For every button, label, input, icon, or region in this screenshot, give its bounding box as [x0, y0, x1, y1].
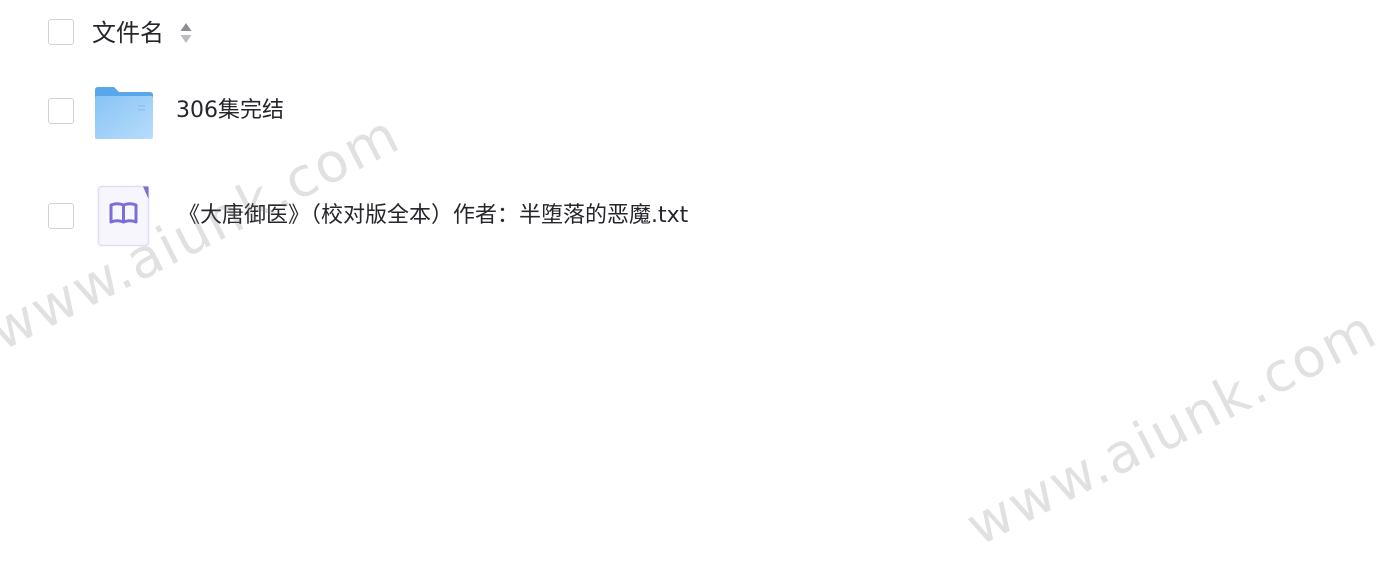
select-all-checkbox[interactable] [48, 19, 74, 45]
watermark-text: www.aiunk.com [956, 297, 1384, 558]
row-checkbox-folder[interactable] [48, 98, 74, 124]
watermark-text: www.aiunk.com [0, 102, 410, 364]
document-name-link[interactable]: 《大唐御医》（校对版全本）作者：半堕落的恶魔.txt [178, 201, 688, 231]
sort-up-down-icon[interactable] [179, 21, 193, 45]
row-checkbox-document[interactable] [48, 203, 74, 229]
filename-column-header[interactable]: 文件名 [92, 16, 164, 50]
folder-name-link[interactable]: 306集完结 [176, 96, 284, 126]
book-document-icon[interactable] [97, 185, 151, 247]
folder-icon[interactable] [94, 86, 154, 140]
